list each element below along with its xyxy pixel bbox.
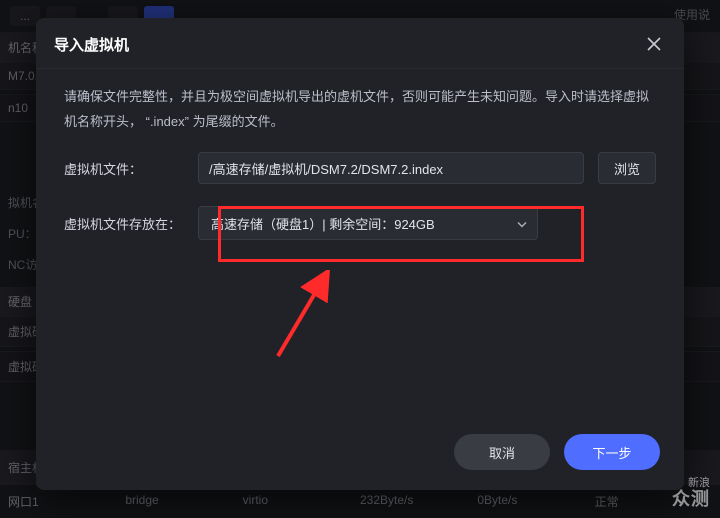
close-button[interactable] xyxy=(642,32,666,56)
modal-title: 导入虚拟机 xyxy=(54,34,129,55)
modal-description: 请确保文件完整性，并且为极空间虚拟机导出的虚机文件，否则可能产生未知问题。导入时… xyxy=(64,85,656,134)
cancel-button[interactable]: 取消 xyxy=(454,434,550,470)
modal-body: 请确保文件完整性，并且为极空间虚拟机导出的虚机文件，否则可能产生未知问题。导入时… xyxy=(36,69,684,418)
storage-select[interactable]: 高速存储（硬盘1）| 剩余空间：924GB xyxy=(198,206,538,240)
chevron-down-icon xyxy=(517,216,527,231)
storage-select-value: 高速存储（硬盘1）| 剩余空间：924GB xyxy=(211,214,435,233)
annotation-arrow-icon xyxy=(266,270,346,360)
file-label: 虚拟机文件： xyxy=(64,159,184,178)
file-field-row: 虚拟机文件： /高速存储/虚拟机/DSM7.2/DSM7.2.index 浏览 xyxy=(64,152,656,184)
modal-footer: 取消 下一步 xyxy=(36,418,684,490)
next-button[interactable]: 下一步 xyxy=(564,434,660,470)
storage-label: 虚拟机文件存放在： xyxy=(64,214,184,233)
modal-header: 导入虚拟机 xyxy=(36,18,684,69)
vm-file-input[interactable]: /高速存储/虚拟机/DSM7.2/DSM7.2.index xyxy=(198,152,584,184)
close-icon xyxy=(647,37,661,51)
storage-field-row: 虚拟机文件存放在： 高速存储（硬盘1）| 剩余空间：924GB xyxy=(64,206,656,240)
browse-button[interactable]: 浏览 xyxy=(598,152,656,184)
import-vm-modal: 导入虚拟机 请确保文件完整性，并且为极空间虚拟机导出的虚机文件，否则可能产生未知… xyxy=(36,18,684,490)
